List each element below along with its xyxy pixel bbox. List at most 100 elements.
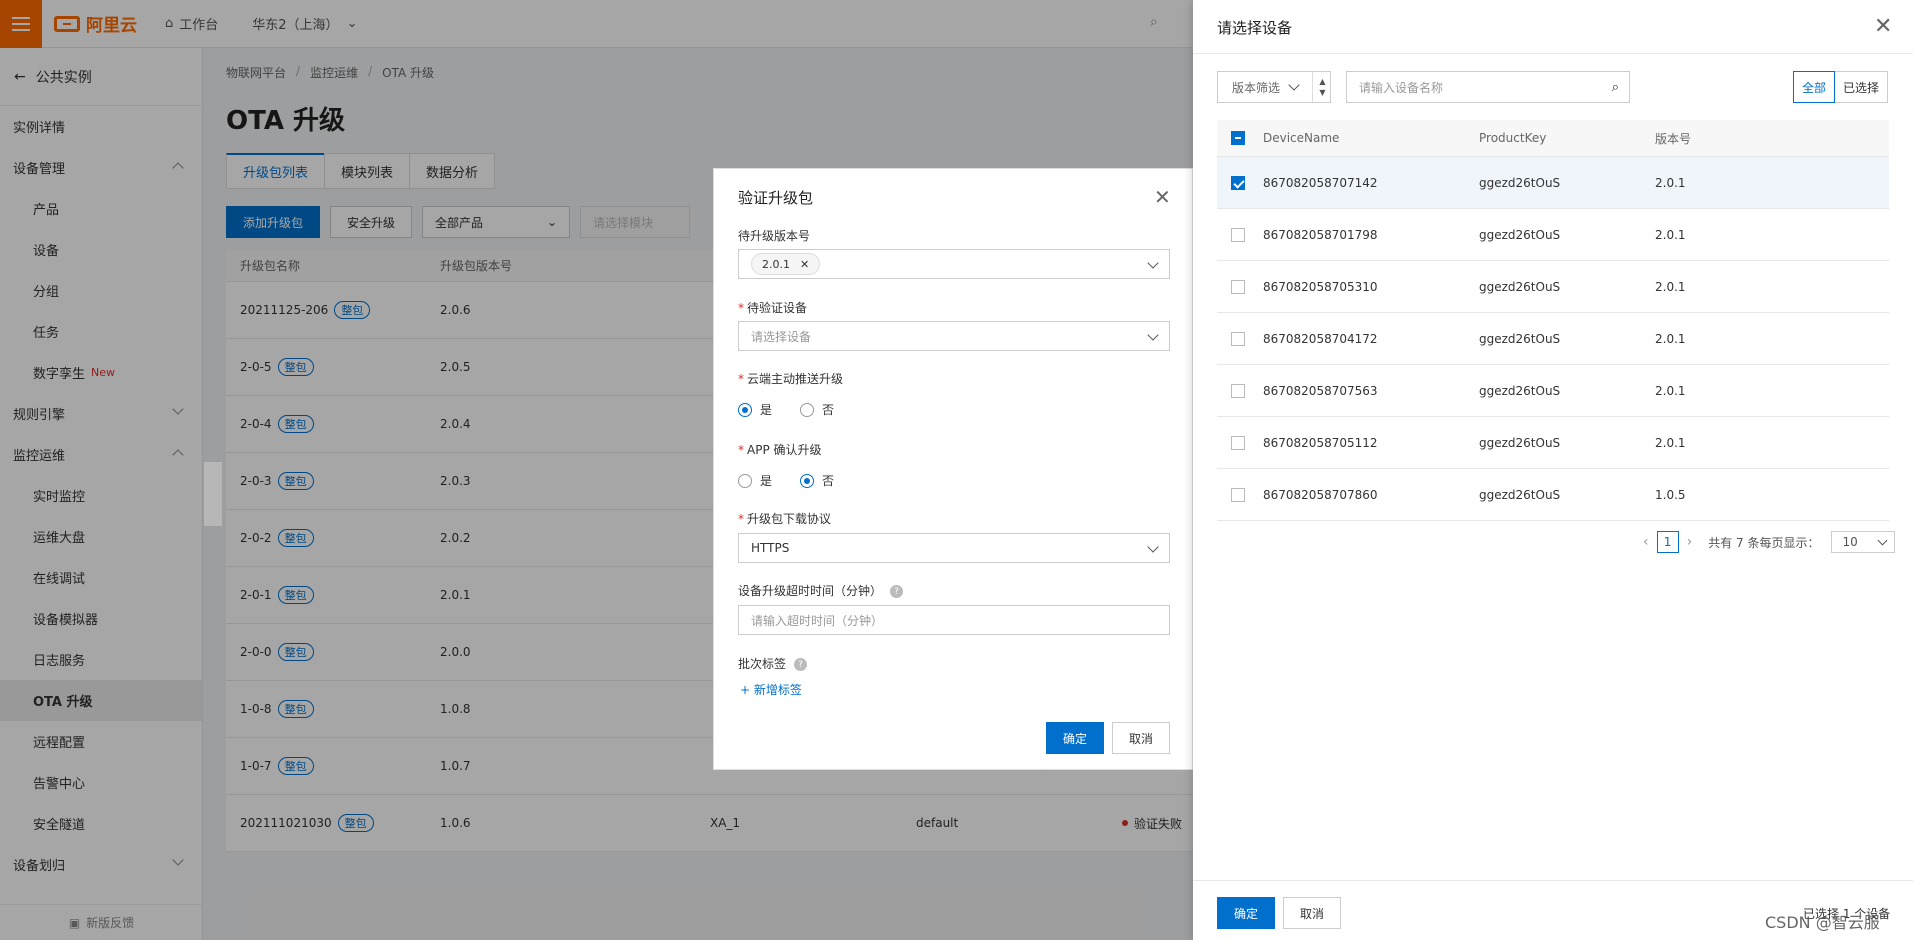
device-name: 867082058701798 [1263, 227, 1378, 242]
close-icon[interactable]: ✕ [1154, 185, 1171, 209]
push-no-radio[interactable]: 否 [800, 401, 834, 418]
timeout-label: 设备升级超时时间（分钟）? [738, 582, 904, 599]
caret-up-icon[interactable]: ▲ [1319, 77, 1325, 86]
app-no-radio[interactable]: 否 [800, 472, 834, 489]
device-name: 867082058705112 [1263, 435, 1378, 450]
push-no-label: 否 [822, 403, 835, 417]
table-row[interactable]: 867082058701798 ggezd26tOuS 2.0.1 [1217, 209, 1889, 261]
device-version: 2.0.1 [1655, 175, 1686, 190]
version-filter-select[interactable]: 版本筛选 ▲ ▼ [1217, 71, 1331, 103]
device-name: 867082058704172 [1263, 331, 1378, 346]
product-key: ggezd26tOuS [1479, 487, 1561, 502]
page-size-value: 10 [1842, 535, 1858, 549]
row-checkbox[interactable] [1231, 279, 1245, 294]
verify-package-dialog: 验证升级包 ✕ 待升级版本号 2.0.1 ✕ * 待验证设备 请选择设备 * 云端主… [713, 168, 1193, 770]
protocol-label-text: 升级包下载协议 [747, 512, 832, 526]
device-name: 867082058707860 [1263, 487, 1378, 502]
batch-tag-label-text: 批次标签 [738, 657, 787, 671]
dialog-ok-button[interactable]: 确定 [1046, 722, 1104, 754]
help-icon[interactable]: ? [794, 658, 808, 671]
product-key: ggezd26tOuS [1479, 383, 1561, 398]
watermark: CSDN @智云服 [1765, 913, 1880, 932]
push-yes-label: 是 [760, 403, 773, 417]
table-row[interactable]: 867082058704172 ggezd26tOuS 2.0.1 [1217, 313, 1889, 365]
device-search-input[interactable]: 请输入设备名称 ⌕ [1346, 71, 1630, 103]
device-search-placeholder: 请输入设备名称 [1359, 80, 1444, 95]
device-version: 2.0.1 [1655, 227, 1686, 242]
app-no-label: 否 [822, 474, 835, 488]
push-label-text: 云端主动推送升级 [747, 372, 844, 386]
table-row[interactable]: 867082058705310 ggezd26tOuS 2.0.1 [1217, 261, 1889, 313]
table-row[interactable]: 867082058707860 ggezd26tOuS 1.0.5 [1217, 469, 1889, 521]
drawer-title: 请选择设备 [1217, 19, 1293, 37]
device-name: 867082058707142 [1263, 175, 1378, 190]
select-all-checkbox[interactable] [1231, 131, 1245, 145]
search-icon[interactable]: ⌕ [1612, 80, 1619, 95]
version-chip-label: 2.0.1 [762, 257, 790, 271]
protocol-value: HTTPS [751, 541, 790, 555]
version-chip: 2.0.1 ✕ [751, 253, 821, 275]
drawer-ok-button[interactable]: 确定 [1217, 897, 1275, 929]
table-row[interactable]: 867082058705112 ggezd26tOuS 2.0.1 [1217, 417, 1889, 469]
device-version: 2.0.1 [1655, 331, 1686, 346]
version-filter-label: 版本筛选 [1232, 80, 1281, 95]
push-label: * 云端主动推送升级 [738, 372, 844, 386]
chevron-down-icon [1147, 257, 1159, 269]
app-yes-radio[interactable]: 是 [738, 472, 772, 489]
caret-down-icon[interactable]: ▼ [1319, 88, 1325, 97]
row-checkbox[interactable] [1231, 487, 1245, 502]
version-filter-stepper[interactable]: ▲ ▼ [1312, 72, 1332, 102]
timeout-input[interactable]: 请输入超时时间（分钟） [738, 605, 1170, 635]
row-checkbox[interactable] [1231, 227, 1245, 242]
tab-selected[interactable]: 已选择 [1834, 71, 1889, 103]
product-key: ggezd26tOuS [1479, 175, 1561, 190]
device-version: 2.0.1 [1655, 435, 1686, 450]
radio-checked-icon [738, 402, 752, 417]
chevron-down-icon [1878, 535, 1888, 546]
batch-tag-label: 批次标签? [738, 655, 808, 672]
timeout-placeholder: 请输入超时时间（分钟） [751, 613, 884, 628]
push-yes-radio[interactable]: 是 [738, 401, 772, 418]
app-radio-group: 是 否 [738, 472, 834, 489]
select-device-drawer: 请选择设备 ✕ 版本筛选 ▲ ▼ 请输入设备名称 ⌕ 全部 已选择 Device… [1193, 0, 1913, 940]
help-icon[interactable]: ? [890, 585, 904, 598]
row-checkbox[interactable] [1231, 331, 1245, 346]
product-key: ggezd26tOuS [1479, 279, 1561, 294]
device-label: * 待验证设备 [738, 301, 808, 315]
close-icon[interactable]: ✕ [800, 258, 809, 271]
device-version: 2.0.1 [1655, 279, 1686, 294]
product-key: ggezd26tOuS [1479, 331, 1561, 346]
device-select[interactable]: 请选择设备 [738, 321, 1170, 351]
page-number[interactable]: 1 [1656, 531, 1679, 553]
device-name: 867082058705310 [1263, 279, 1378, 294]
drawer-cancel-button[interactable]: 取消 [1283, 897, 1341, 929]
product-key: ggezd26tOuS [1479, 227, 1561, 242]
close-icon[interactable]: ✕ [1874, 14, 1892, 39]
sidebar-collapse-handle[interactable] [204, 462, 222, 526]
radio-checked-icon [800, 473, 815, 488]
row-checkbox[interactable] [1231, 435, 1245, 450]
protocol-label: * 升级包下载协议 [738, 512, 832, 526]
add-tag-link[interactable]: + 新增标签 [740, 681, 802, 698]
dialog-cancel-button[interactable]: 取消 [1112, 722, 1170, 754]
chevron-right-icon[interactable]: › [1687, 534, 1693, 550]
timeout-label-text: 设备升级超时时间（分钟） [738, 584, 883, 598]
header-product-key: ProductKey [1479, 131, 1547, 145]
table-row[interactable]: 867082058707563 ggezd26tOuS 2.0.1 [1217, 365, 1889, 417]
device-name: 867082058707563 [1263, 383, 1378, 398]
chevron-down-icon [1147, 541, 1159, 553]
version-select[interactable]: 2.0.1 ✕ [738, 249, 1170, 279]
row-checkbox[interactable] [1231, 383, 1245, 398]
header-device-name: DeviceName [1263, 131, 1340, 145]
row-checkbox[interactable] [1231, 175, 1245, 190]
app-confirm-label: * APP 确认升级 [738, 443, 822, 457]
tab-all[interactable]: 全部 [1793, 71, 1836, 103]
app-confirm-label-text: APP 确认升级 [747, 443, 822, 457]
device-filter-tabs: 全部 已选择 [1793, 71, 1889, 103]
chevron-left-icon[interactable]: ‹ [1643, 534, 1649, 550]
product-key: ggezd26tOuS [1479, 435, 1561, 450]
table-row[interactable]: 867082058707142 ggezd26tOuS 2.0.1 [1217, 157, 1889, 209]
protocol-select[interactable]: HTTPS [738, 533, 1170, 563]
table-body: 867082058707142 ggezd26tOuS 2.0.1 867082058… [1217, 157, 1889, 521]
page-size-select[interactable]: 10 [1831, 531, 1896, 553]
